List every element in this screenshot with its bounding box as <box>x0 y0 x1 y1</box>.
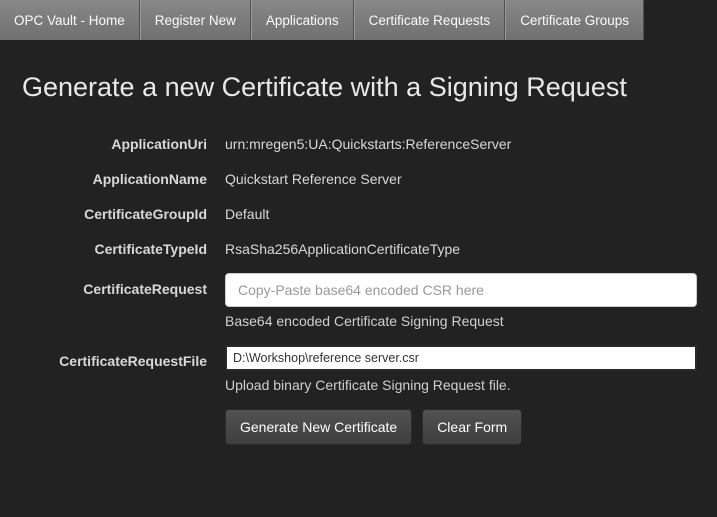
row-application-name: ApplicationName Quickstart Reference Ser… <box>30 168 697 187</box>
form: ApplicationUri urn:mregen5:UA:Quickstart… <box>20 133 697 445</box>
row-certificate-group-id: CertificateGroupId Default <box>30 203 697 222</box>
value-certificate-group-id: Default <box>225 203 697 222</box>
label-certificate-request-file: CertificateRequestFile <box>30 345 225 369</box>
page-title: Generate a new Certificate with a Signin… <box>22 72 697 103</box>
label-certificate-group-id: CertificateGroupId <box>30 203 225 222</box>
navbar: OPC Vault - Home Register New Applicatio… <box>0 0 717 42</box>
nav-home[interactable]: OPC Vault - Home <box>0 0 140 40</box>
label-certificate-type-id: CertificateTypeId <box>30 238 225 257</box>
label-certificate-request: CertificateRequest <box>30 273 225 297</box>
row-certificate-request: CertificateRequest Base64 encoded Certif… <box>30 273 697 329</box>
certificate-request-file-input[interactable] <box>225 345 697 371</box>
value-certificate-type-id: RsaSha256ApplicationCertificateType <box>225 238 697 257</box>
generate-new-certificate-button[interactable]: Generate New Certificate <box>225 409 412 445</box>
label-application-uri: ApplicationUri <box>30 133 225 152</box>
nav-certificate-groups[interactable]: Certificate Groups <box>505 0 644 40</box>
value-application-uri: urn:mregen5:UA:Quickstarts:ReferenceServ… <box>225 133 697 152</box>
nav-applications[interactable]: Applications <box>251 0 354 40</box>
value-application-name: Quickstart Reference Server <box>225 168 697 187</box>
certificate-request-input[interactable] <box>225 273 697 307</box>
clear-form-button[interactable]: Clear Form <box>422 409 522 445</box>
content: Generate a new Certificate with a Signin… <box>0 42 717 465</box>
button-row: Generate New Certificate Clear Form <box>225 409 697 445</box>
label-application-name: ApplicationName <box>30 168 225 187</box>
nav-certificate-requests[interactable]: Certificate Requests <box>354 0 506 40</box>
nav-register-new[interactable]: Register New <box>140 0 251 40</box>
certificate-request-help: Base64 encoded Certificate Signing Reque… <box>225 313 697 329</box>
row-certificate-type-id: CertificateTypeId RsaSha256ApplicationCe… <box>30 238 697 257</box>
row-certificate-request-file: CertificateRequestFile Upload binary Cer… <box>30 345 697 393</box>
row-application-uri: ApplicationUri urn:mregen5:UA:Quickstart… <box>30 133 697 152</box>
certificate-request-file-help: Upload binary Certificate Signing Reques… <box>225 377 697 393</box>
